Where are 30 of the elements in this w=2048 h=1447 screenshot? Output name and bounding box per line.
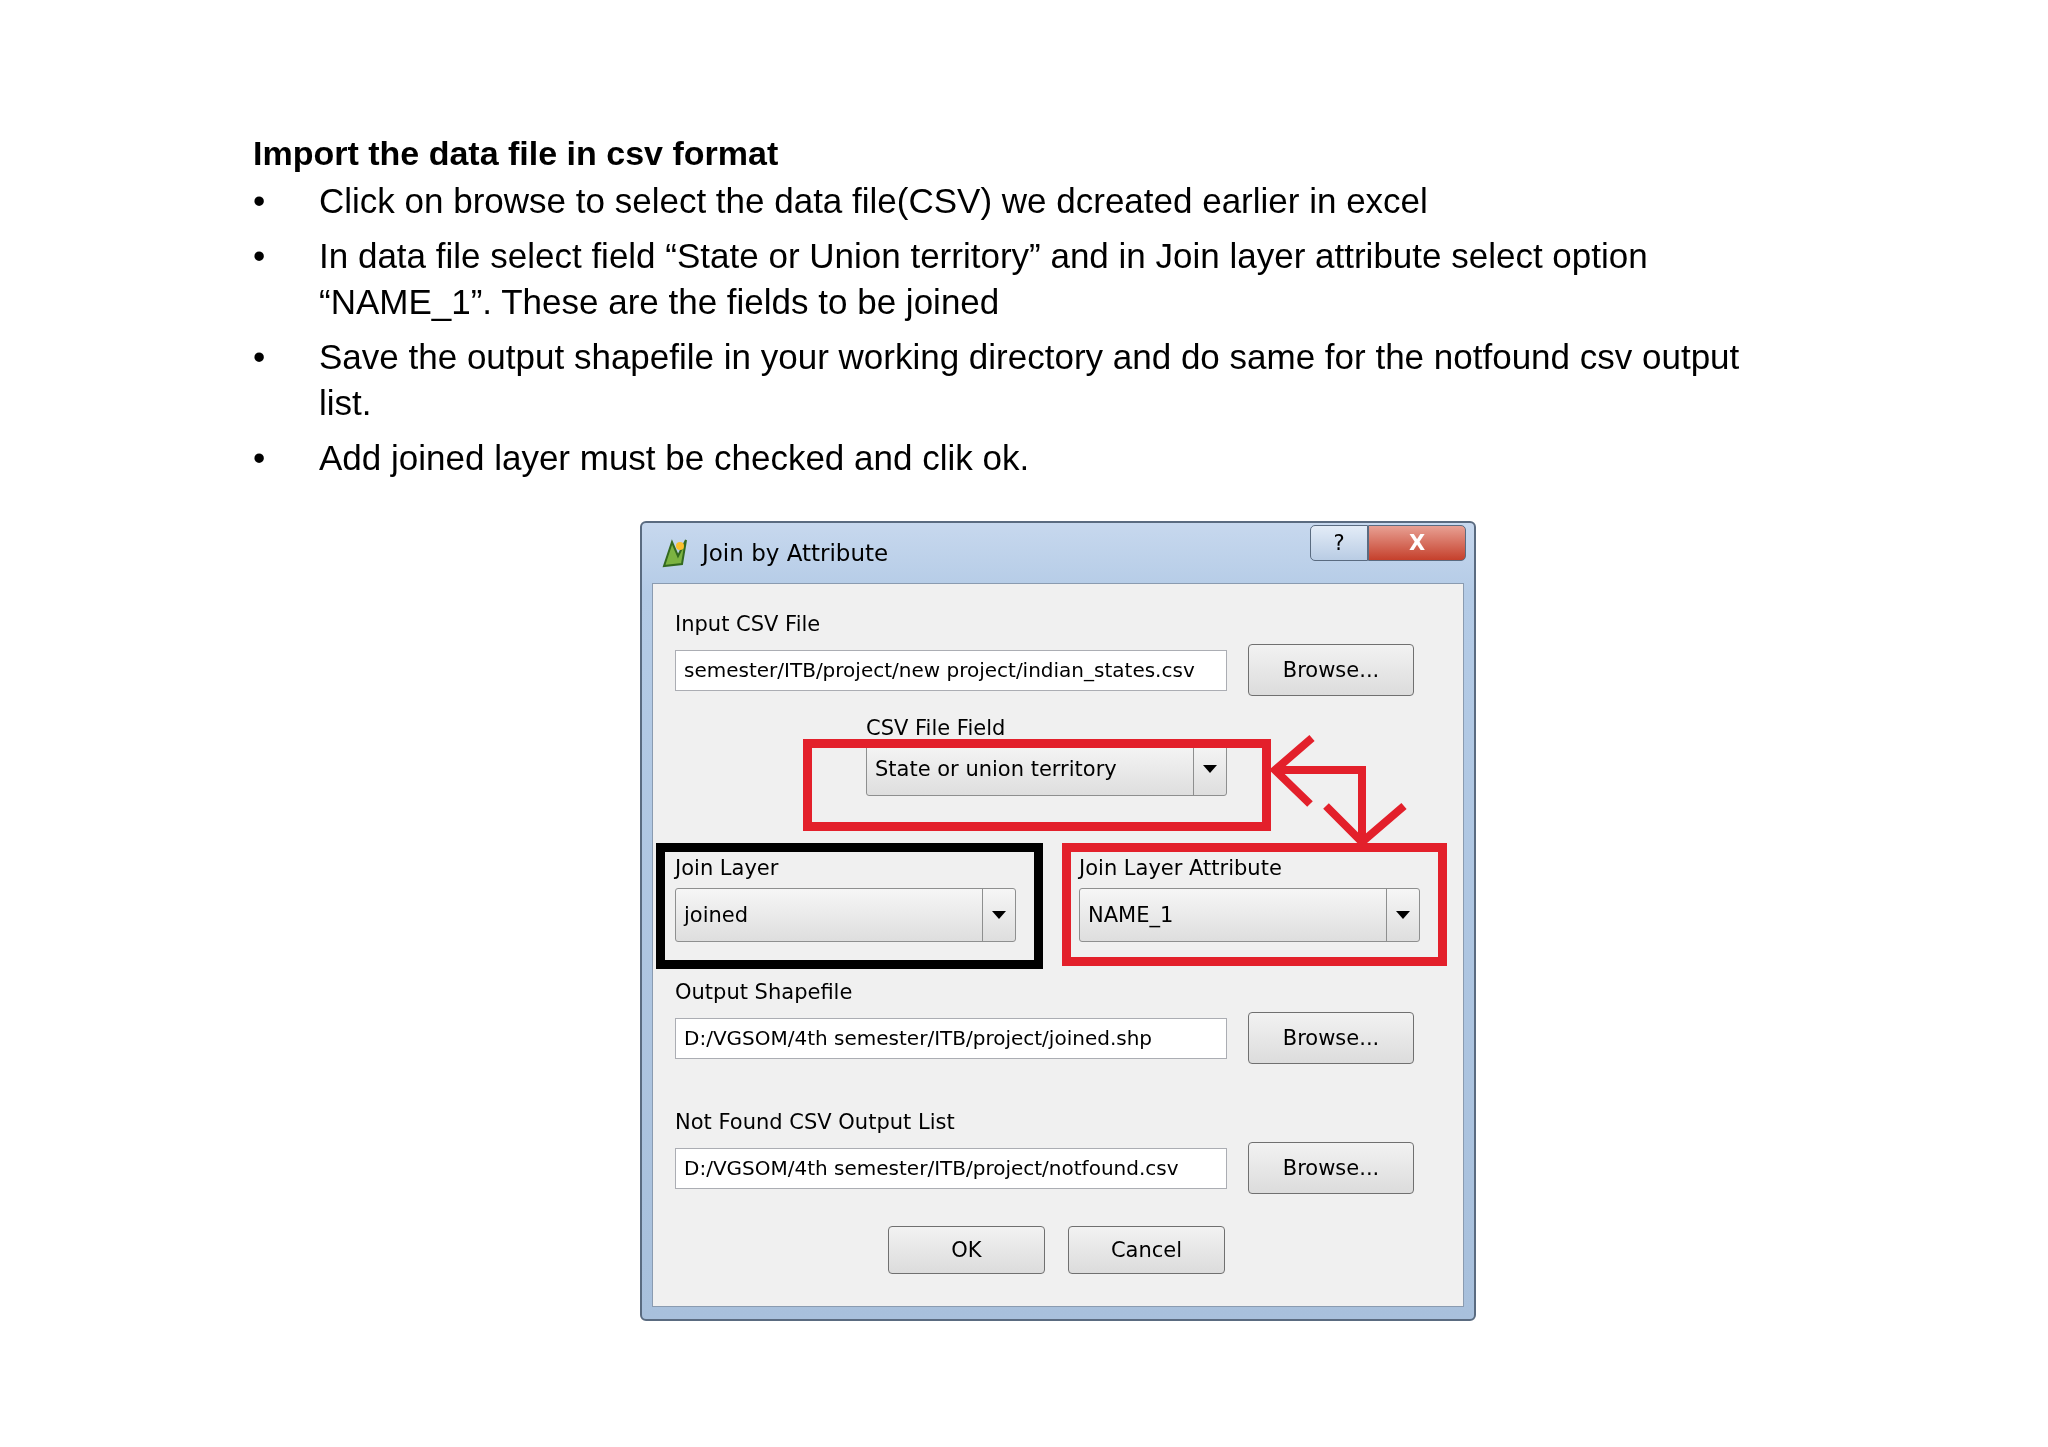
field-label: CSV File Field (866, 715, 1007, 742)
help-button[interactable]: ? (1310, 525, 1368, 561)
field-label: Input CSV File (675, 611, 822, 638)
browse-button[interactable]: Browse... (1248, 1012, 1414, 1064)
path-field[interactable]: semester/ITB/project/new project/indian_states.csv (675, 649, 1227, 691)
field-label: Output Shapefile (675, 979, 854, 1006)
dialog-button[interactable]: OK (888, 1226, 1045, 1274)
heading: Import the data file in csv format (253, 133, 780, 174)
dialog-button[interactable]: Cancel (1068, 1226, 1225, 1274)
dropdown[interactable]: joined (675, 888, 1016, 942)
field-label: Join Layer Attribute (1079, 855, 1283, 882)
bullet-text: In data file select field “State or Union territory” and in Join layer attribute select option “NAME_1”. These are the fields to be joined (319, 235, 1649, 323)
dropdown-arrow-icon (1203, 765, 1217, 773)
bullet-marker: • (253, 235, 267, 277)
window-title: Join by Attribute (702, 540, 889, 566)
path-field[interactable]: D:/VGSOM/4th semester/ITB/project/notfound.csv (675, 1147, 1227, 1189)
dropdown-arrow-icon (1396, 911, 1410, 919)
bullet-marker: • (253, 336, 267, 378)
bullet-text: Add joined layer must be checked and clik ok. (319, 437, 1031, 479)
dropdown-arrow-icon (992, 911, 1006, 919)
bullet-text: Save the output shapefile in your working directory and do same for the notfound csv output list. (319, 336, 1741, 424)
bullet-text: Click on browse to select the data file(CSV) we dcreated earlier in excel (319, 180, 1429, 222)
field-label: Not Found CSV Output List (675, 1109, 956, 1136)
bullet-marker: • (253, 437, 267, 479)
dropdown[interactable]: NAME_1 (1079, 888, 1420, 942)
path-field[interactable]: D:/VGSOM/4th semester/ITB/project/joined.shp (675, 1017, 1227, 1059)
browse-button[interactable]: Browse... (1248, 644, 1414, 696)
field-label: Join Layer (675, 855, 780, 882)
bullet-marker: • (253, 180, 267, 222)
browse-button[interactable]: Browse... (1248, 1142, 1414, 1194)
